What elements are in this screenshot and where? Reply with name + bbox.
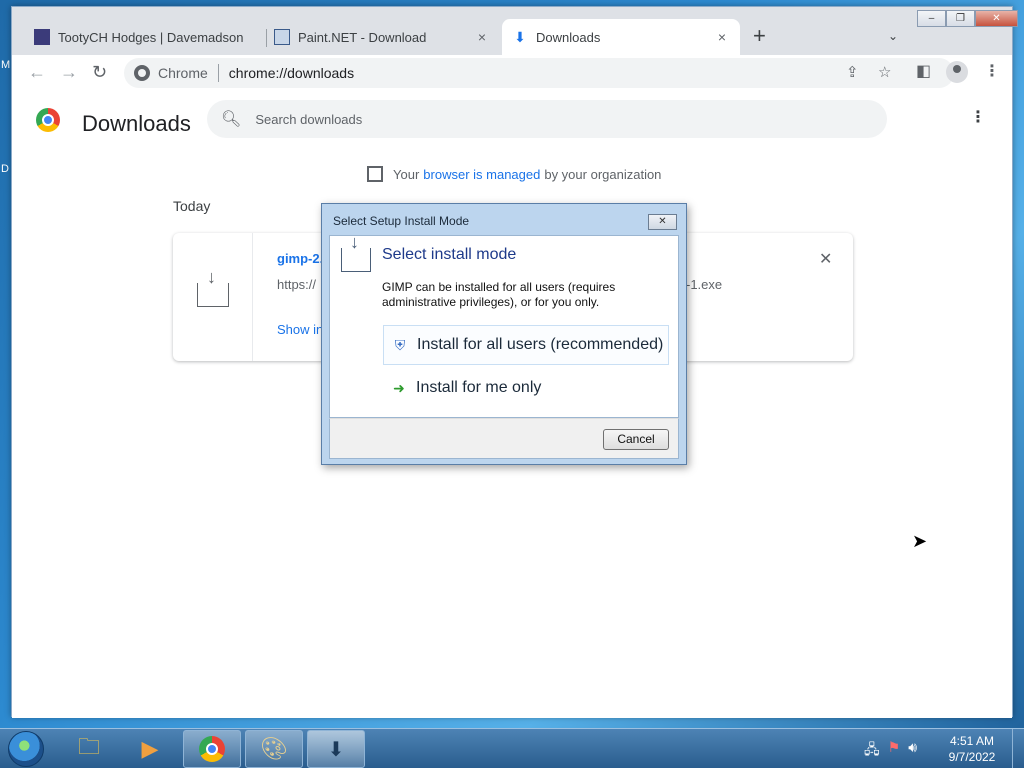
page-title: Downloads	[82, 111, 191, 136]
building-icon	[367, 166, 383, 182]
tab-search-button[interactable]: ⌄	[888, 29, 898, 43]
omnibox-divider	[217, 64, 219, 82]
folder-icon: 🗀	[77, 734, 100, 759]
paint-taskbar-button[interactable]: 🎨︎	[245, 730, 303, 768]
chrome-icon	[134, 65, 150, 81]
bookmark-star-icon[interactable]: ☆	[878, 63, 891, 81]
browser-toolbar: ← → ↻ Chrome chrome://downloads ⇪ ☆ ◧ ⋮	[12, 55, 1012, 91]
volume-icon[interactable]: 🔊︎	[908, 739, 917, 763]
dialog-description: GIMP can be installed for all users (req…	[382, 280, 616, 309]
download-favicon-icon: ⬇	[514, 29, 526, 45]
source-url[interactable]: https://	[277, 277, 316, 292]
option-label: Install for all users (recommended)	[417, 336, 664, 353]
search-box[interactable]: 🔍︎	[207, 100, 887, 138]
reload-button[interactable]: ↻	[92, 63, 107, 81]
installer-download-icon	[341, 232, 371, 272]
address-bar[interactable]: Chrome chrome://downloads ⇪ ☆	[124, 58, 954, 88]
clock-date: 9/7/2022	[948, 750, 996, 764]
search-input[interactable]	[255, 111, 856, 127]
managed-notice: Your browser is managed by your organiza…	[367, 166, 661, 182]
tab-downloads[interactable]: ⬇ Downloads ×	[502, 19, 740, 55]
site-info-chip[interactable]: Chrome	[134, 65, 208, 81]
install-all-users-option[interactable]: ⛨ Install for all users (recommended)	[383, 325, 669, 365]
installer-taskbar-button[interactable]: ⬇	[307, 730, 365, 768]
download-file-icon	[197, 267, 229, 307]
close-icon[interactable]: ×	[474, 29, 490, 45]
media-player-icon: ▶	[141, 736, 159, 761]
green-arrow-icon: ➜	[393, 379, 405, 396]
forward-button[interactable]: →	[60, 63, 78, 81]
search-icon: 🔍︎	[221, 111, 242, 128]
start-button[interactable]	[8, 731, 44, 767]
option-label: Install for me only	[416, 379, 542, 396]
profile-favicon-icon	[34, 29, 50, 45]
tab-title: TootyCH Hodges | Davemadson	[58, 29, 244, 45]
dialog-close-button[interactable]: ✕	[648, 214, 677, 230]
dialog-footer: Cancel	[329, 418, 679, 459]
chrome-logo-icon	[36, 108, 60, 132]
file-icon-column	[173, 233, 253, 361]
cancel-button[interactable]: Cancel	[603, 429, 669, 450]
back-button[interactable]: ←	[28, 63, 46, 81]
date-section-label: Today	[173, 198, 211, 214]
share-icon[interactable]: ⇪	[846, 63, 859, 81]
managed-suffix: by your organization	[544, 166, 662, 182]
clock[interactable]: 4:51 AM 9/7/2022	[944, 733, 1000, 765]
action-center-flag-icon[interactable]: ⚑	[888, 739, 901, 763]
paint-palette-icon: 🎨︎	[260, 736, 288, 761]
tab-strip: TootyCH Hodges | Davemadson Paint.NET - …	[12, 7, 1018, 55]
desktop-icon-label: D	[1, 163, 9, 175]
menu-kebab-icon[interactable]: ⋮	[984, 61, 1000, 81]
network-icon[interactable]: 🖧	[864, 739, 880, 763]
show-desktop-button[interactable]	[1012, 729, 1024, 768]
profile-avatar[interactable]	[946, 61, 968, 83]
restore-button[interactable]: ❐	[946, 10, 975, 27]
source-url-tail: -1.exe	[686, 277, 723, 292]
remove-download-close-icon[interactable]: ✕	[819, 249, 832, 269]
tab-title: Downloads	[536, 29, 601, 45]
tab-title: Paint.NET - Download	[298, 29, 427, 45]
new-tab-button[interactable]: +	[753, 25, 766, 47]
install-mode-dialog: Select Setup Install Mode ✕ Select insta…	[321, 203, 687, 465]
side-panel-icon[interactable]: ◧	[916, 61, 931, 81]
paintnet-favicon-icon	[274, 29, 290, 45]
chrome-icon	[199, 736, 225, 762]
dialog-heading: Select install mode	[382, 246, 517, 263]
explorer-taskbar-button[interactable]: 🗀	[60, 730, 118, 768]
file-name-link[interactable]: gimp-2.	[277, 251, 323, 266]
install-me-only-option[interactable]: ➜ Install for me only	[383, 368, 669, 408]
media-player-taskbar-button[interactable]: ▶	[121, 730, 179, 768]
close-icon[interactable]: ×	[714, 29, 730, 45]
tab-tootych[interactable]: TootyCH Hodges | Davemadson	[24, 19, 264, 55]
desktop-icon-label: M	[1, 59, 11, 71]
managed-prefix: Your	[393, 166, 420, 182]
window-close-button[interactable]: ✕	[975, 10, 1018, 27]
dialog-title: Select Setup Install Mode	[333, 214, 470, 228]
clock-time: 4:51 AM	[949, 734, 995, 748]
url-text[interactable]: chrome://downloads	[229, 65, 354, 81]
minimize-button[interactable]: –	[917, 10, 946, 27]
taskbar: 🗀 ▶ 🎨︎ ⬇ 🖧 ⚑ 🔊︎ 4:51 AM 9/7/2022	[0, 728, 1024, 768]
chrome-taskbar-button[interactable]	[183, 730, 241, 768]
downloads-menu-icon[interactable]: ⋮	[970, 110, 986, 126]
chip-label: Chrome	[158, 65, 208, 81]
mouse-cursor-icon: ➤	[912, 531, 928, 551]
window-controls: – ❐ ✕	[917, 10, 1018, 27]
show-in-folder-link[interactable]: Show in	[277, 322, 323, 337]
tab-paintnet[interactable]: Paint.NET - Download ×	[264, 19, 500, 55]
managed-link[interactable]: browser is managed	[423, 167, 540, 182]
uac-shield-icon: ⛨	[394, 336, 406, 353]
dialog-body: Select install mode GIMP can be installe…	[329, 232, 679, 418]
system-tray: 🖧 ⚑ 🔊︎	[864, 739, 917, 763]
installer-icon: ⬇	[327, 738, 345, 761]
